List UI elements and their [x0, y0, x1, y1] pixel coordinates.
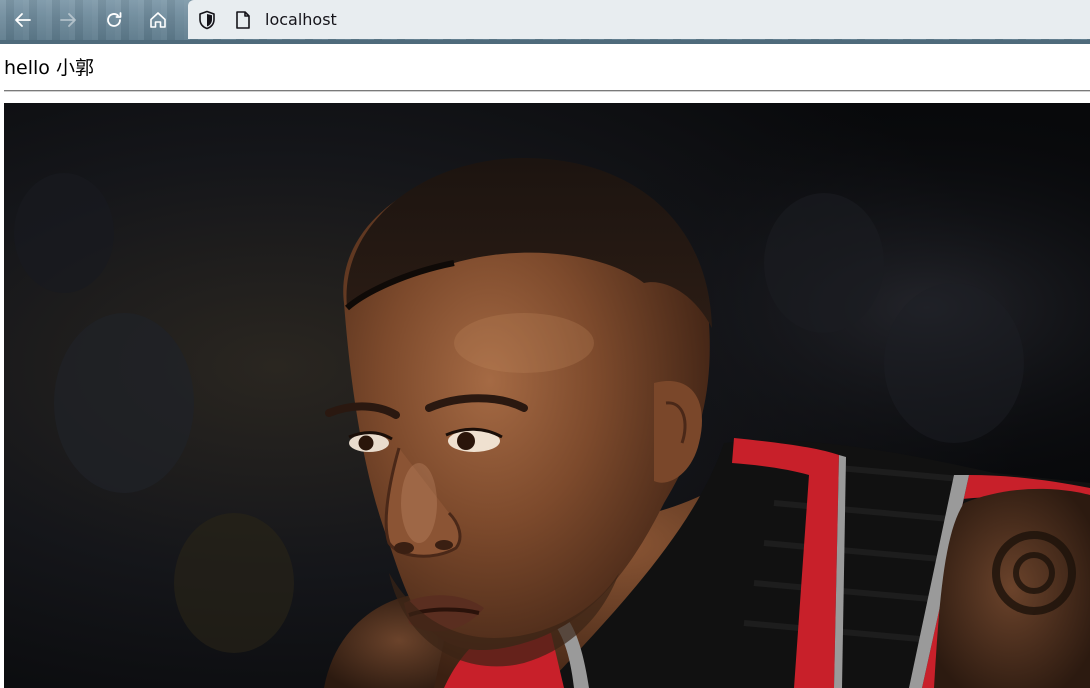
player-illustration — [4, 103, 1090, 688]
home-button[interactable] — [143, 5, 173, 35]
browser-toolbar: localhost — [0, 0, 1090, 40]
player-photo — [4, 103, 1090, 688]
greeting-heading: hello 小郭 — [4, 57, 94, 79]
address-bar[interactable]: localhost — [188, 0, 1090, 39]
forward-button[interactable] — [53, 5, 83, 35]
page-content: hello 小郭 — [0, 44, 1090, 688]
url-text[interactable]: localhost — [265, 9, 337, 31]
arrow-right-icon — [60, 13, 76, 27]
horizontal-rule — [4, 90, 1090, 92]
reload-icon — [107, 12, 122, 27]
reload-button[interactable] — [99, 5, 129, 35]
page-icon[interactable] — [232, 9, 254, 31]
arrow-left-icon — [15, 13, 31, 27]
shield-icon[interactable] — [196, 9, 218, 31]
home-icon — [150, 12, 166, 28]
back-button[interactable] — [8, 5, 38, 35]
